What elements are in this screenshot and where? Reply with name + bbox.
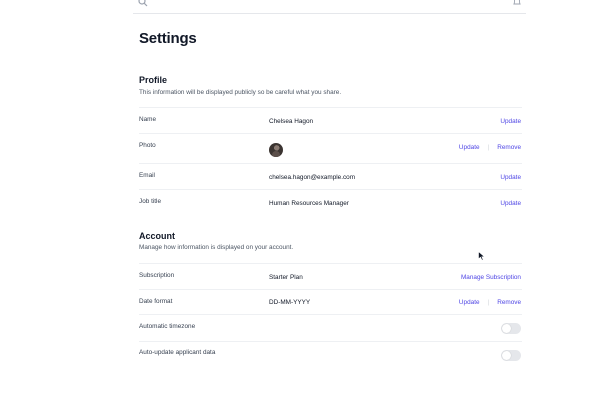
auto-update-applicant-data-toggle[interactable]: [501, 350, 521, 361]
row-label: Email: [139, 172, 155, 179]
row-label: Subscription: [139, 272, 175, 279]
update-date-format-button[interactable]: Update: [459, 299, 480, 306]
row-value: chelsea.hagon@example.com: [269, 174, 356, 181]
row-label: Job title: [139, 198, 162, 205]
manage-subscription-button[interactable]: Manage Subscription: [461, 274, 521, 281]
account-section-title: Account: [139, 231, 175, 241]
row-value: Chelsea Hagon: [269, 118, 314, 125]
row-label: Name: [139, 116, 157, 123]
row-label: Automatic timezone: [139, 323, 196, 330]
toggle-knob: [502, 351, 511, 360]
profile-row-email: Email chelsea.hagon@example.com Update: [139, 163, 522, 189]
update-name-button[interactable]: Update: [500, 118, 521, 125]
account-row-automatic-timezone: Automatic timezone: [139, 314, 522, 341]
update-email-button[interactable]: Update: [500, 174, 521, 181]
remove-date-format-button[interactable]: Remove: [497, 299, 521, 306]
action-divider: |: [487, 299, 490, 306]
mouse-cursor-icon: [478, 248, 486, 261]
bell-icon[interactable]: [512, 0, 522, 5]
row-label: Auto-update applicant data: [139, 349, 216, 356]
profile-row-photo: Photo Update | Remove: [139, 133, 522, 163]
avatar: [269, 143, 283, 157]
top-bar: [133, 0, 526, 14]
automatic-timezone-toggle[interactable]: [501, 323, 521, 334]
account-row-auto-update-applicant-data: Auto-update applicant data: [139, 341, 522, 368]
row-label: Date format: [139, 298, 173, 305]
account-section-description: Manage how information is displayed on y…: [139, 244, 294, 251]
row-label: Photo: [139, 142, 156, 149]
account-row-date-format: Date format DD-MM-YYYY Update | Remove: [139, 289, 522, 314]
remove-photo-button[interactable]: Remove: [497, 144, 521, 151]
search-icon[interactable]: [138, 0, 148, 7]
update-job-title-button[interactable]: Update: [500, 200, 521, 207]
profile-section-description: This information will be displayed publi…: [139, 89, 342, 96]
account-row-subscription: Subscription Starter Plan Manage Subscri…: [139, 263, 522, 289]
profile-row-job-title: Job title Human Resources Manager Update: [139, 189, 522, 215]
row-value: Starter Plan: [269, 274, 303, 281]
row-value: Human Resources Manager: [269, 200, 349, 207]
action-divider: |: [487, 144, 490, 151]
toggle-knob: [502, 324, 511, 333]
profile-row-name: Name Chelsea Hagon Update: [139, 107, 522, 133]
page-title: Settings: [139, 30, 197, 47]
update-photo-button[interactable]: Update: [459, 144, 480, 151]
profile-section-title: Profile: [139, 75, 168, 85]
row-value: DD-MM-YYYY: [269, 299, 311, 306]
